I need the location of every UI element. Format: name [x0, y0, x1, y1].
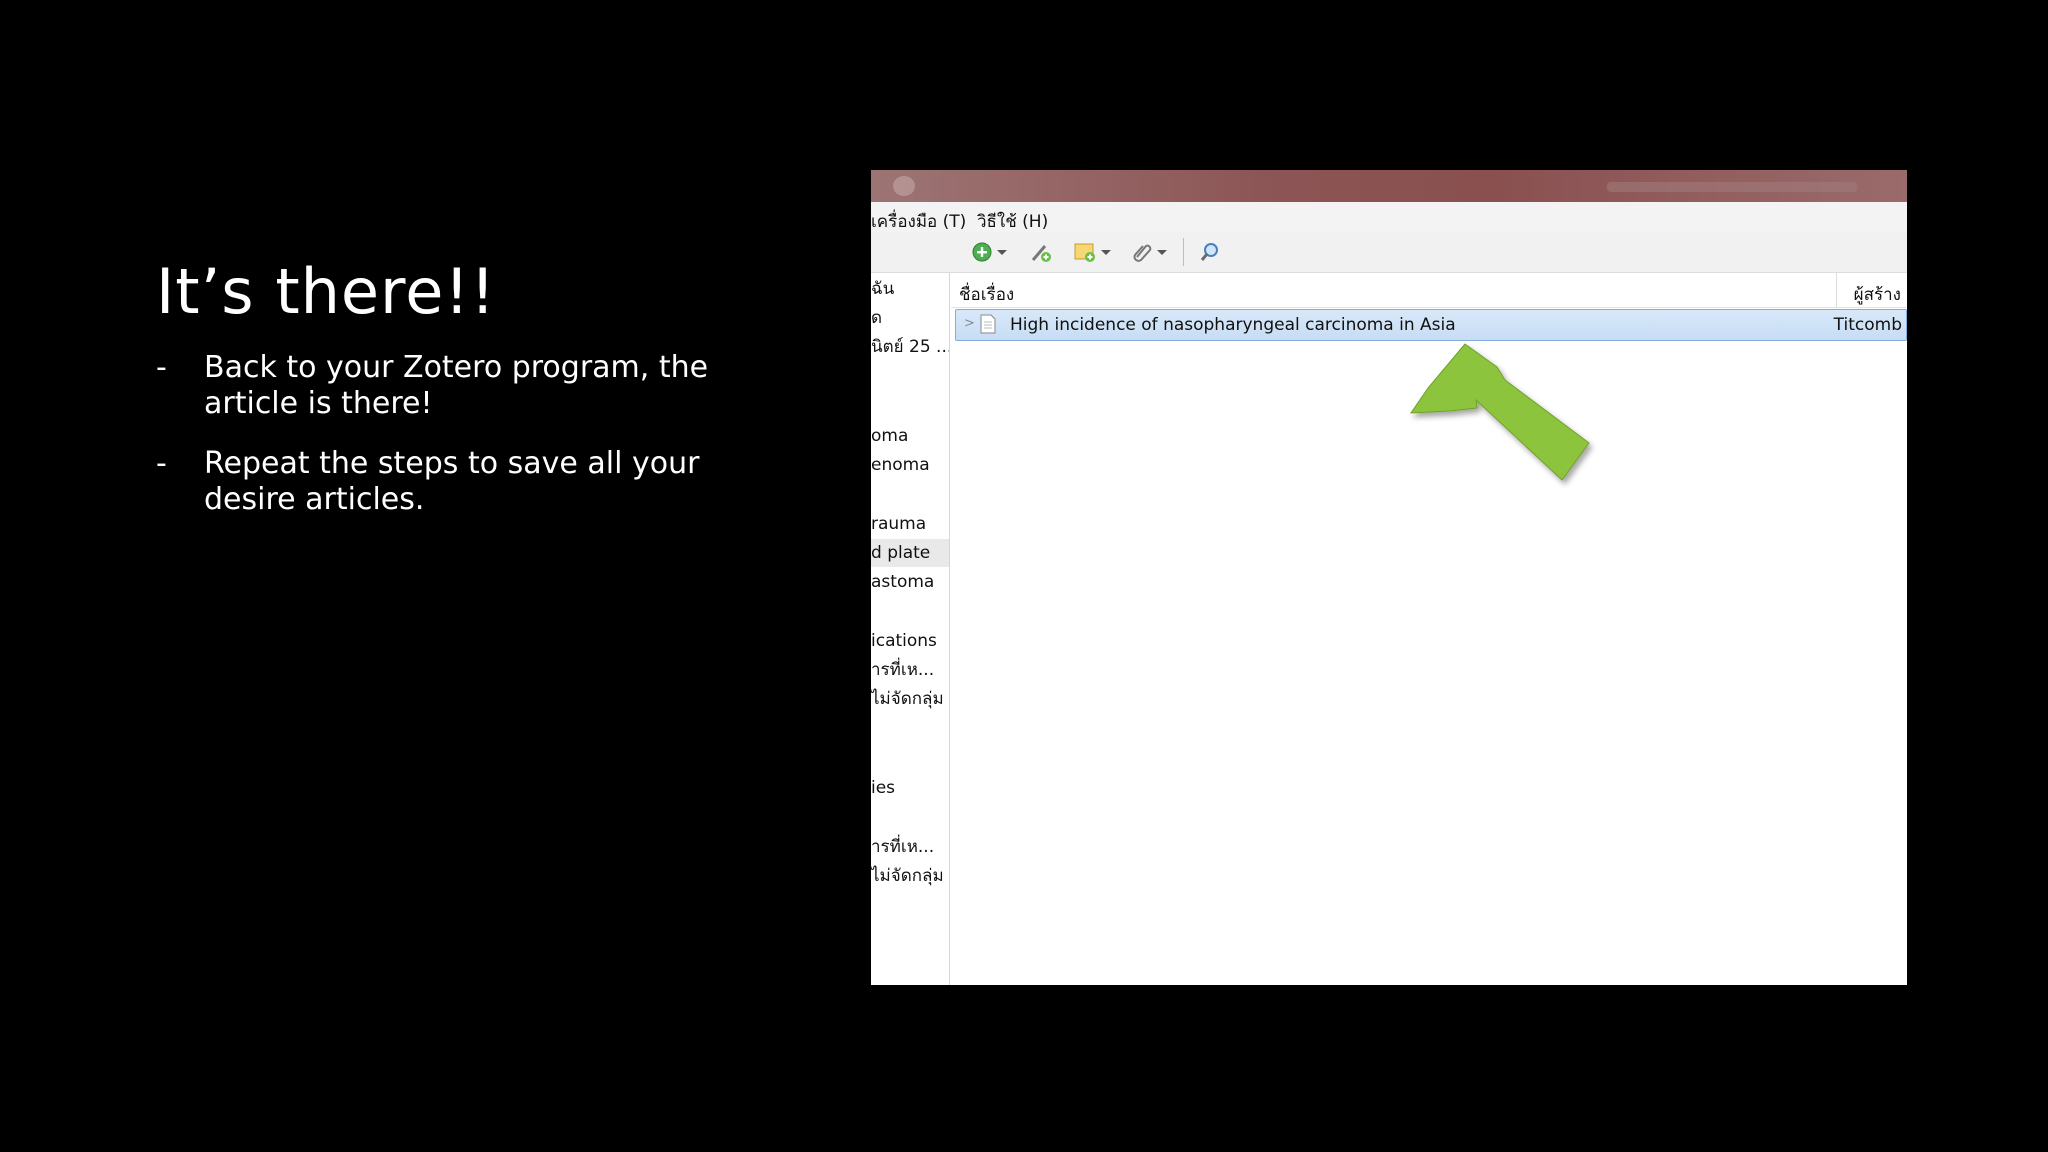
document-icon: [980, 314, 996, 334]
green-arrow-icon: [1410, 343, 1590, 481]
dropdown-caret-icon: [1101, 249, 1111, 255]
collection-item[interactable]: ารที่เห...: [871, 833, 949, 861]
dropdown-caret-icon: [997, 249, 1007, 255]
bullet-list: - Back to your Zotero program, the artic…: [156, 350, 796, 542]
search-button[interactable]: [1199, 240, 1221, 264]
bullet-text: Back to your Zotero program, the article…: [204, 350, 709, 421]
magic-wand-icon: [1031, 245, 1051, 262]
collection-item[interactable]: rauma: [871, 510, 949, 538]
bullet-text: Repeat the steps to save all your desire…: [204, 446, 700, 517]
column-title[interactable]: ชื่อเรื่อง: [959, 281, 1014, 308]
toolbar-separator: [1183, 238, 1184, 266]
note-icon: [1074, 243, 1095, 262]
plus-circle-icon: [972, 242, 992, 262]
collection-item[interactable]: ไม่จัดกลุ่ม: [871, 862, 949, 890]
collection-item[interactable]: ies: [871, 774, 949, 802]
toolbar: [871, 232, 1907, 273]
bullet-dash: -: [156, 446, 167, 481]
slide-title: It’s there!!: [156, 255, 497, 328]
column-divider[interactable]: [1836, 273, 1837, 307]
collection-item[interactable]: นิตย์ 25 ...: [871, 333, 949, 361]
column-creator[interactable]: ผู้สร้าง: [1854, 281, 1901, 308]
item-title: High incidence of nasopharyngeal carcino…: [1010, 315, 1456, 335]
new-note-button[interactable]: [1073, 240, 1111, 264]
collection-item[interactable]: ications: [871, 627, 949, 655]
bullet-dash: -: [156, 350, 167, 385]
zotero-screenshot: เครื่องมือ (T) วิธีใช้ (H) ฉัน ด นิตย์ 2…: [871, 170, 1907, 985]
magnifier-icon: [1200, 243, 1218, 261]
window-titlebar: [871, 170, 1907, 202]
collection-item[interactable]: enoma: [871, 451, 949, 479]
menu-bar: เครื่องมือ (T) วิธีใช้ (H): [871, 202, 1907, 232]
menu-tools[interactable]: เครื่องมือ (T): [871, 208, 966, 235]
bullet-item: - Repeat the steps to save all your desi…: [156, 446, 796, 518]
collection-item[interactable]: ารที่เห...: [871, 656, 949, 684]
dropdown-caret-icon: [1157, 249, 1167, 255]
item-row-selected[interactable]: > High incidence of nasopharyngeal carci…: [955, 309, 1907, 341]
collection-item[interactable]: ฉัน: [871, 275, 949, 303]
collections-pane: ฉัน ด นิตย์ 25 ... oma enoma rauma d pla…: [871, 273, 950, 985]
paperclip-icon: [1133, 244, 1152, 262]
collection-item[interactable]: astoma: [871, 568, 949, 596]
add-by-identifier-button[interactable]: [1029, 240, 1053, 264]
attachment-button[interactable]: [1131, 240, 1167, 264]
collection-item-selected[interactable]: d plate: [871, 539, 949, 567]
collection-item[interactable]: ด: [871, 304, 949, 332]
chevron-right-icon[interactable]: >: [964, 316, 975, 331]
items-column-header: ชื่อเรื่อง ผู้สร้าง: [951, 273, 1907, 308]
menu-help[interactable]: วิธีใช้ (H): [977, 208, 1048, 235]
window-title-blurred: [1607, 182, 1857, 192]
collection-item[interactable]: ไม่จัดกลุ่ม: [871, 685, 949, 713]
bullet-item: - Back to your Zotero program, the artic…: [156, 350, 796, 422]
collection-item[interactable]: oma: [871, 422, 949, 450]
new-item-button[interactable]: [971, 240, 1007, 264]
app-icon: [893, 176, 915, 196]
item-creator: Titcomb: [1833, 315, 1902, 335]
